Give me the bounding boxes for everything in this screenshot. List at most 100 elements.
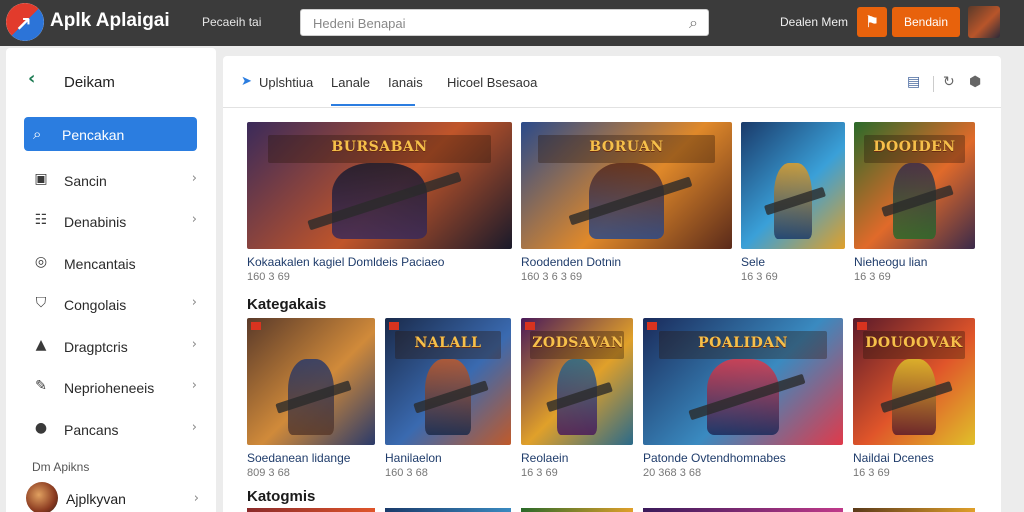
card-title[interactable]: Naildai Dcenes <box>853 451 934 465</box>
sidebar-item-label: Neprioheneeis <box>64 380 155 396</box>
sidebar-item-label: Mencantais <box>64 256 136 272</box>
thumbnail-logo-text: NALALL <box>414 334 482 351</box>
list-icon: ☷ <box>34 212 48 228</box>
game-card[interactable]: POALIDAN Patonde Ovtendhomnabes 20 368 3 6… <box>643 318 843 485</box>
tab-3[interactable]: Hicoel Bsesaoa <box>447 75 537 90</box>
user-name[interactable]: Dealen Mem <box>780 15 848 29</box>
logo-arrow-icon: ↗ <box>15 12 32 36</box>
game-thumbnail[interactable]: NALALL <box>385 318 511 445</box>
game-thumbnail[interactable]: BURSABAN <box>247 122 512 249</box>
card-meta: 16 3 69 <box>853 467 890 479</box>
game-card[interactable]: DOUOOVAK Naildai Dcenes 16 3 69 <box>853 318 975 485</box>
thumbnail-logo-text: DOOIDEN <box>873 138 956 155</box>
sidebar-item[interactable]: ⛉ Congolais › <box>24 289 197 319</box>
card-meta: 16 3 69 <box>521 467 558 479</box>
game-thumbnail[interactable]: DOOIDEN <box>854 122 975 249</box>
chevron-right-icon: › <box>191 212 197 227</box>
back-icon[interactable]: ‹ <box>28 68 35 89</box>
refresh-icon[interactable]: ↻ <box>943 74 955 90</box>
game-thumbnail[interactable] <box>521 508 633 512</box>
card-title[interactable]: Sele <box>741 255 765 269</box>
top-bar: ↗ Aplk Aplaigai Pecaeih tai Hedeni Benap… <box>0 0 1024 46</box>
tool-icon-button[interactable]: ⚑ <box>857 7 887 37</box>
sidebar-item[interactable]: ✎ Neprioheneeis › <box>24 372 197 402</box>
game-thumbnail[interactable] <box>385 508 511 512</box>
sidebar-item-label: Pencakan <box>62 127 125 143</box>
game-card[interactable]: BURSABAN Kokaakalen kagiel Domldeis Pacia… <box>247 122 512 289</box>
sidebar-item[interactable]: ◎ Mencantais <box>24 248 197 278</box>
card-meta: 16 3 69 <box>854 271 891 283</box>
search-input[interactable]: Hedeni Benapai ⌕ <box>300 9 709 36</box>
app-title: Aplk Aplaigai <box>50 10 170 31</box>
shield-icon: ⛉ <box>35 295 47 311</box>
card-meta: 20 368 3 68 <box>643 467 702 479</box>
main-panel: ➤ Uplshtiua Lanale Ianais Hicoel Bsesaoa… <box>223 56 1001 512</box>
card-title[interactable]: Soedanean lidange <box>247 451 350 465</box>
tab-0[interactable]: Uplshtiua <box>259 75 313 90</box>
game-thumbnail[interactable] <box>741 122 845 249</box>
game-thumbnail[interactable]: ZODSAVAN <box>521 318 633 445</box>
game-thumbnail[interactable]: POALIDAN <box>643 318 843 445</box>
game-thumbnail[interactable] <box>247 318 375 445</box>
corner-badge <box>525 322 535 330</box>
circle-icon: ◎ <box>34 254 48 270</box>
sidebar: ‹ Deikam ⌕ Pencakan ▣ Sancin › ☷ Denabin… <box>6 48 216 512</box>
tab-2[interactable]: Ianais <box>388 75 423 90</box>
tab-bar: ➤ Uplshtiua Lanale Ianais Hicoel Bsesaoa… <box>223 56 1001 108</box>
game-card[interactable]: Sele 16 3 69 <box>741 122 845 289</box>
lock-icon: ▲ <box>35 337 47 353</box>
search-placeholder: Hedeni Benapai <box>313 16 406 31</box>
primary-action-button[interactable]: Bendain <box>892 7 960 37</box>
section-title: Katogmis <box>247 488 316 505</box>
top-nav-link[interactable]: Pecaeih tai <box>202 15 261 29</box>
user-avatar[interactable] <box>968 6 1000 38</box>
game-card[interactable]: NALALL Hanilaelon 160 3 68 <box>385 318 511 485</box>
search-icon: ⌕ <box>33 125 42 143</box>
card-title[interactable]: Patonde Ovtendhomnabes <box>643 451 786 465</box>
app-logo[interactable]: ↗ <box>6 3 44 41</box>
sidebar-item[interactable]: ▲ Dragptcris › <box>24 331 197 361</box>
corner-badge <box>389 322 399 330</box>
sidebar-user-label: Ajplkyvan <box>66 491 126 507</box>
tab-active-indicator <box>331 104 415 106</box>
game-thumbnail[interactable]: DOUOOVAK <box>853 318 975 445</box>
thumbnail-logo-text: BURSABAN <box>331 138 428 155</box>
sidebar-item-active[interactable]: ⌕ Pencakan <box>24 117 197 151</box>
corner-badge <box>857 322 867 330</box>
card-title[interactable]: Reolaein <box>521 451 568 465</box>
tab-arrow-icon: ➤ <box>241 74 252 89</box>
chevron-right-icon: › <box>191 378 197 393</box>
tab-1[interactable]: Lanale <box>331 75 370 90</box>
game-card[interactable]: DOOIDEN Nieheogu lian 16 3 69 <box>854 122 975 289</box>
layout-icon[interactable]: ▤ <box>907 74 920 90</box>
corner-badge <box>251 322 261 330</box>
sidebar-user[interactable]: Ajplkyvan › <box>26 482 199 512</box>
pencil-icon: ✎ <box>35 378 47 394</box>
game-card[interactable]: Soedanean lidange 809 3 68 <box>247 318 375 485</box>
game-thumbnail[interactable] <box>853 508 975 512</box>
chevron-right-icon: › <box>191 420 197 435</box>
sidebar-title: Deikam <box>64 74 115 91</box>
sidebar-item[interactable]: ● Pancans › <box>24 414 197 444</box>
section-title: Kategakais <box>247 296 327 313</box>
search-icon[interactable]: ⌕ <box>689 13 698 33</box>
sidebar-item-label: Dragptcris <box>64 339 128 355</box>
sidebar-section-label: Dm Apikns <box>32 460 90 474</box>
sidebar-item[interactable]: ▣ Sancin › <box>24 165 197 195</box>
game-card[interactable]: BORUAN Roodenden Dotnin 160 3 6 3 69 <box>521 122 732 289</box>
card-meta: 160 3 6 3 69 <box>521 271 583 283</box>
sidebar-item-label: Denabinis <box>64 214 127 230</box>
game-thumbnail[interactable] <box>643 508 843 512</box>
card-title[interactable]: Hanilaelon <box>385 451 442 465</box>
game-thumbnail[interactable]: BORUAN <box>521 122 732 249</box>
settings-icon[interactable]: ⬢ <box>969 74 981 90</box>
card-title[interactable]: Nieheogu lian <box>854 255 927 269</box>
chevron-right-icon: › <box>191 295 197 310</box>
card-meta: 809 3 68 <box>247 467 290 479</box>
game-thumbnail[interactable] <box>247 508 375 512</box>
game-card[interactable]: ZODSAVAN Reolaein 16 3 69 <box>521 318 633 485</box>
card-meta: 160 3 68 <box>385 467 428 479</box>
sidebar-item[interactable]: ☷ Denabinis › <box>24 206 197 236</box>
card-title[interactable]: Kokaakalen kagiel Domldeis Paciaeo <box>247 255 444 269</box>
card-title[interactable]: Roodenden Dotnin <box>521 255 621 269</box>
